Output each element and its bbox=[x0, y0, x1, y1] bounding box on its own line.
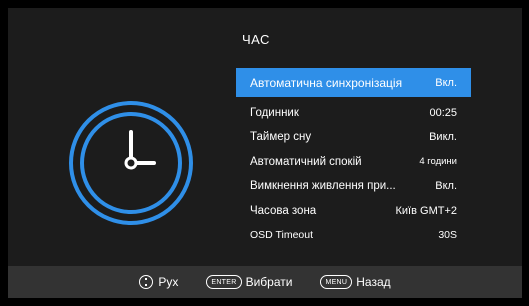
menu-item-label: Автоматичний спокій bbox=[250, 155, 362, 168]
menu-item-time-zone[interactable]: Часова зона Київ GMT+2 bbox=[236, 199, 471, 222]
menu-item-label: Часова зона bbox=[250, 204, 317, 217]
menu-item-osd-timeout[interactable]: OSD Timeout 30S bbox=[236, 224, 471, 247]
menu-item-value: 4 години bbox=[419, 156, 457, 167]
settings-menu: Автоматична синхронізація Вкл. Годинник … bbox=[236, 68, 471, 248]
dpad-icon bbox=[139, 275, 154, 289]
menu-item-value: Київ GMT+2 bbox=[395, 204, 458, 217]
menu-item-value: 30S bbox=[438, 229, 457, 241]
menu-item-value: Викл. bbox=[429, 131, 457, 143]
menu-item-label: OSD Timeout bbox=[250, 229, 314, 241]
menu-item-power-off[interactable]: Вимкнення живлення при... Вкл. bbox=[236, 175, 471, 198]
hint-move-label: Рух bbox=[158, 275, 179, 289]
hint-back-label: Назад bbox=[356, 275, 391, 289]
hint-select: ENTER Вибрати bbox=[206, 275, 292, 289]
menu-item-auto-sync[interactable]: Автоматична синхронізація Вкл. bbox=[236, 68, 471, 97]
menu-item-label: Таймер сну bbox=[250, 131, 312, 143]
menu-item-clock[interactable]: Годинник 00:25 bbox=[236, 101, 471, 124]
hint-select-label: Вибрати bbox=[245, 275, 293, 289]
menu-item-label: Вимкнення живлення при... bbox=[250, 180, 396, 192]
hint-back: MENU Назад bbox=[320, 275, 391, 289]
clock-icon bbox=[69, 101, 193, 225]
menu-item-label: Годинник bbox=[250, 106, 299, 119]
footer-hints: Рух ENTER Вибрати MENU Назад bbox=[8, 266, 522, 298]
hint-move: Рух bbox=[139, 275, 178, 289]
enter-key-icon: ENTER bbox=[206, 275, 242, 289]
menu-key-icon: MENU bbox=[320, 275, 353, 289]
menu-item-value: 00:25 bbox=[429, 106, 457, 119]
menu-item-value: Вкл. bbox=[435, 76, 457, 89]
page-title: ЧАС bbox=[242, 32, 270, 47]
menu-item-sleep-timer[interactable]: Таймер сну Викл. bbox=[236, 126, 471, 149]
menu-item-auto-standby[interactable]: Автоматичний спокій 4 години bbox=[236, 150, 471, 173]
menu-item-value: Вкл. bbox=[435, 180, 457, 192]
menu-item-label: Автоматична синхронізація bbox=[250, 75, 403, 90]
